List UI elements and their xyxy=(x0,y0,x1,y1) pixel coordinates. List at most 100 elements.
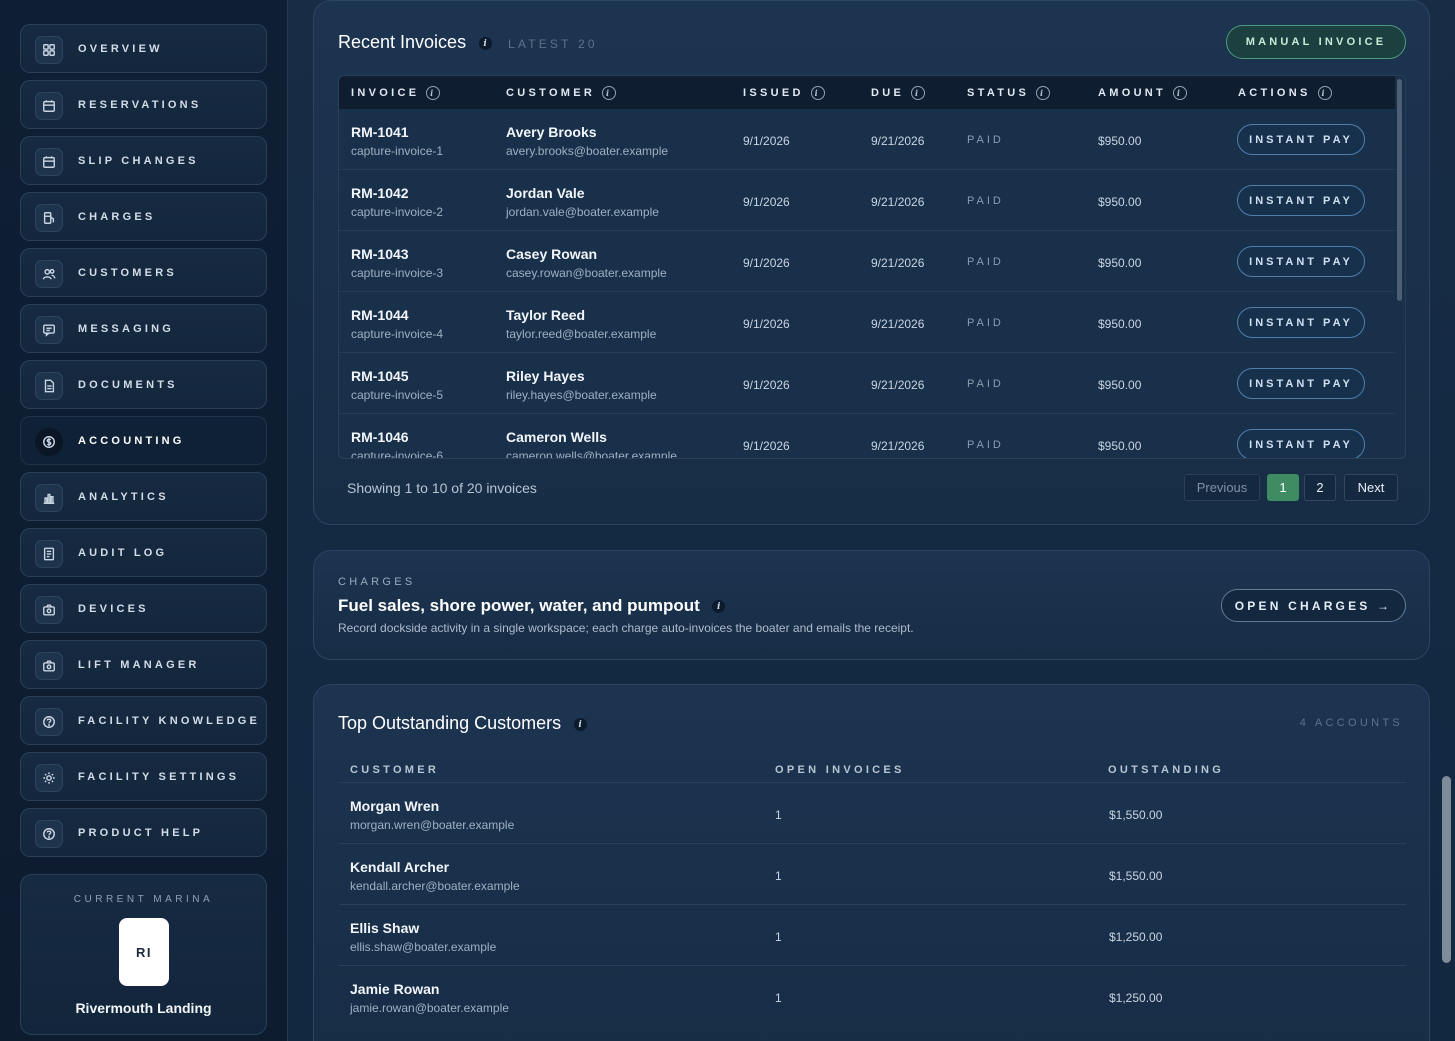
amount: $950.00 xyxy=(1098,378,1142,392)
sidebar-item-facility-settings[interactable]: FACILITY SETTINGS xyxy=(20,752,267,801)
sidebar-item-customers[interactable]: CUSTOMERS xyxy=(20,248,267,297)
current-marina-caption: CURRENT MARINA xyxy=(73,894,214,905)
info-icon[interactable]: i xyxy=(810,86,825,100)
outstanding-title: Top Outstanding Customers xyxy=(338,713,562,733)
customer-email: riley.hayes@boater.example xyxy=(506,388,657,402)
invoice-number[interactable]: RM-1043 xyxy=(351,246,409,262)
recent-invoices-card: Recent Invoices i LATEST 20 MANUAL INVOI… xyxy=(313,0,1430,525)
open-invoices-count: 1 xyxy=(775,869,782,883)
recent-invoices-title: Recent Invoices xyxy=(338,32,467,52)
invoice-ref: capture-invoice-6 xyxy=(351,449,444,459)
customer-email: taylor.reed@boater.example xyxy=(506,327,657,341)
instant-pay-button[interactable]: INSTANT PAY xyxy=(1237,368,1365,399)
info-icon[interactable]: i xyxy=(911,86,926,100)
invoice-number[interactable]: RM-1041 xyxy=(351,124,409,140)
customer-email: ellis.shaw@boater.example xyxy=(350,940,497,954)
sidebar-item-audit-log[interactable]: AUDIT LOG xyxy=(20,528,267,577)
sidebar-item-label: AUDIT LOG xyxy=(78,547,168,559)
sidebar-item-messaging[interactable]: MESSAGING xyxy=(20,304,267,353)
sidebar-item-documents[interactable]: DOCUMENTS xyxy=(20,360,267,409)
charges-eyebrow: CHARGES xyxy=(338,576,416,588)
instant-pay-button[interactable]: INSTANT PAY xyxy=(1237,185,1365,216)
open-charges-button[interactable]: OPEN CHARGES → xyxy=(1221,589,1406,622)
info-icon[interactable]: i xyxy=(573,718,587,732)
info-icon[interactable]: i xyxy=(426,86,441,100)
info-icon[interactable]: i xyxy=(712,600,726,614)
customer-name: Jamie Rowan xyxy=(350,981,440,997)
sidebar-item-product-help[interactable]: PRODUCT HELP xyxy=(20,808,267,857)
col-customer: CUSTOMER xyxy=(350,764,440,776)
sidebar-item-devices[interactable]: DEVICES xyxy=(20,584,267,633)
col-status: STATUS i xyxy=(967,86,1051,100)
table-row[interactable]: RM-1041 capture-invoice-1 Avery Brooks aver… xyxy=(339,109,1395,170)
invoices-table-header: INVOICE i CUSTOMER i ISSUED i DUE i STATUS i … xyxy=(339,76,1395,109)
current-marina-card[interactable]: CURRENT MARINA RI Rivermouth Landing xyxy=(20,874,267,1035)
marina-name: Rivermouth Landing xyxy=(75,1000,212,1016)
table-row[interactable]: RM-1045 capture-invoice-5 Riley Hayes riley… xyxy=(339,353,1395,414)
sidebar-item-label: CHARGES xyxy=(78,211,156,223)
table-row[interactable]: Jamie Rowan jamie.rowan@boater.example 1 $1… xyxy=(339,965,1406,1026)
invoice-number[interactable]: RM-1044 xyxy=(351,307,409,323)
table-row[interactable]: RM-1044 capture-invoice-4 Taylor Reed taylo… xyxy=(339,292,1395,353)
sidebar-item-label: ANALYTICS xyxy=(78,491,169,503)
table-scrollbar[interactable] xyxy=(1397,79,1402,301)
instant-pay-button[interactable]: INSTANT PAY xyxy=(1237,246,1365,277)
top-outstanding-card: Top Outstanding Customers i 4 ACCOUNTS C… xyxy=(313,684,1430,1041)
instant-pay-button[interactable]: INSTANT PAY xyxy=(1237,124,1365,155)
sidebar-item-label: MESSAGING xyxy=(78,323,175,335)
page-scrollbar[interactable] xyxy=(1442,776,1451,963)
amount: $950.00 xyxy=(1098,195,1142,209)
recent-invoices-header: Recent Invoices i LATEST 20 xyxy=(338,32,598,53)
sidebar-item-slip-changes[interactable]: SLIP CHANGES xyxy=(20,136,267,185)
page-1-button[interactable]: 1 xyxy=(1267,474,1299,501)
calendar-icon xyxy=(35,92,63,120)
sidebar-item-accounting[interactable]: ACCOUNTING xyxy=(20,416,267,465)
invoice-number[interactable]: RM-1046 xyxy=(351,429,409,445)
next-page-button[interactable]: Next xyxy=(1344,474,1398,501)
customer-name: Ellis Shaw xyxy=(350,920,420,936)
status-badge: PAID xyxy=(967,134,1004,146)
help-circle-icon xyxy=(35,820,63,848)
instant-pay-button[interactable]: INSTANT PAY xyxy=(1237,429,1365,458)
marina-avatar: RI xyxy=(119,918,169,986)
page-2-button[interactable]: 2 xyxy=(1304,474,1336,501)
accounts-count: 4 ACCOUNTS xyxy=(1299,717,1403,729)
info-icon[interactable]: i xyxy=(1317,86,1332,100)
table-row[interactable]: Ellis Shaw ellis.shaw@boater.example 1 $1,2… xyxy=(339,904,1406,965)
customer-name: Avery Brooks xyxy=(506,124,597,140)
amount: $950.00 xyxy=(1098,134,1142,148)
issued-date: 9/1/2026 xyxy=(743,195,790,209)
due-date: 9/21/2026 xyxy=(871,378,925,392)
sidebar-item-facility-knowledge[interactable]: FACILITY KNOWLEDGE xyxy=(20,696,267,745)
table-row[interactable]: RM-1046 capture-invoice-6 Cameron Wells cam… xyxy=(339,414,1395,459)
due-date: 9/21/2026 xyxy=(871,317,925,331)
table-row[interactable]: Kendall Archer kendall.archer@boater.exam… xyxy=(339,843,1406,904)
invoice-number[interactable]: RM-1042 xyxy=(351,185,409,201)
invoice-number[interactable]: RM-1045 xyxy=(351,368,409,384)
customer-name: Cameron Wells xyxy=(506,429,607,445)
info-icon[interactable]: i xyxy=(478,37,492,51)
due-date: 9/21/2026 xyxy=(871,256,925,270)
sidebar: OVERVIEW RESERVATIONS SLIP CHANGES CHARGES C… xyxy=(0,0,288,1041)
sidebar-item-lift-manager[interactable]: LIFT MANAGER xyxy=(20,640,267,689)
sidebar-item-label: FACILITY KNOWLEDGE xyxy=(78,715,261,727)
issued-date: 9/1/2026 xyxy=(743,439,790,453)
info-icon[interactable]: i xyxy=(602,86,617,100)
sidebar-item-charges[interactable]: CHARGES xyxy=(20,192,267,241)
gear-icon xyxy=(35,764,63,792)
status-badge: PAID xyxy=(967,317,1004,329)
table-row[interactable]: RM-1042 capture-invoice-2 Jordan Vale jorda… xyxy=(339,170,1395,231)
customer-name: Kendall Archer xyxy=(350,859,450,875)
invoice-ref: capture-invoice-4 xyxy=(351,327,444,341)
info-icon[interactable]: i xyxy=(1173,86,1188,100)
instant-pay-button[interactable]: INSTANT PAY xyxy=(1237,307,1365,338)
status-badge: PAID xyxy=(967,439,1004,451)
table-row[interactable]: RM-1043 capture-invoice-3 Casey Rowan casey… xyxy=(339,231,1395,292)
previous-page-button[interactable]: Previous xyxy=(1184,474,1260,501)
table-row[interactable]: Morgan Wren morgan.wren@boater.example 1 $1… xyxy=(339,782,1406,843)
info-icon[interactable]: i xyxy=(1036,86,1051,100)
sidebar-item-overview[interactable]: OVERVIEW xyxy=(20,24,267,73)
sidebar-item-analytics[interactable]: ANALYTICS xyxy=(20,472,267,521)
sidebar-item-reservations[interactable]: RESERVATIONS xyxy=(20,80,267,129)
manual-invoice-button[interactable]: MANUAL INVOICE xyxy=(1226,25,1406,59)
